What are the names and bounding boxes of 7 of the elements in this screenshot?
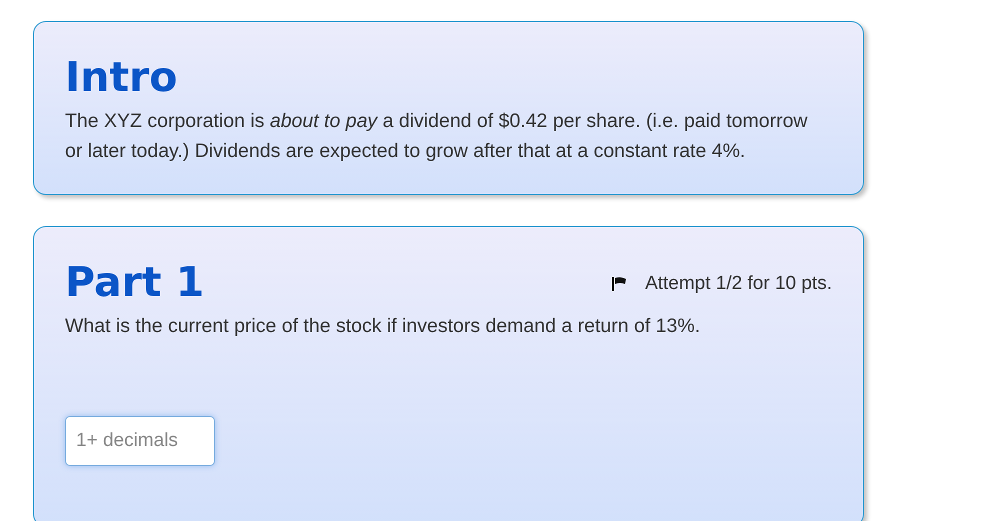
question-text: The XYZ corporation is about to pay a dividend of $0.42 per share. (i.e. paid tomorrow or later today.) Dividends are expected to grow after that at a constant rate 4%.	[65, 109, 809, 164]
flag-icon	[612, 277, 628, 291]
question-text: What is the current price of the stock if investors demand a return of 13%.	[65, 314, 702, 339]
answer-field[interactable]: 1+ decimals	[65, 416, 215, 466]
card-title: Intro	[65, 52, 178, 102]
card-title: Part 1	[65, 257, 204, 307]
attempt-text: Attempt 1/2 for 10 pts.	[645, 273, 832, 295]
